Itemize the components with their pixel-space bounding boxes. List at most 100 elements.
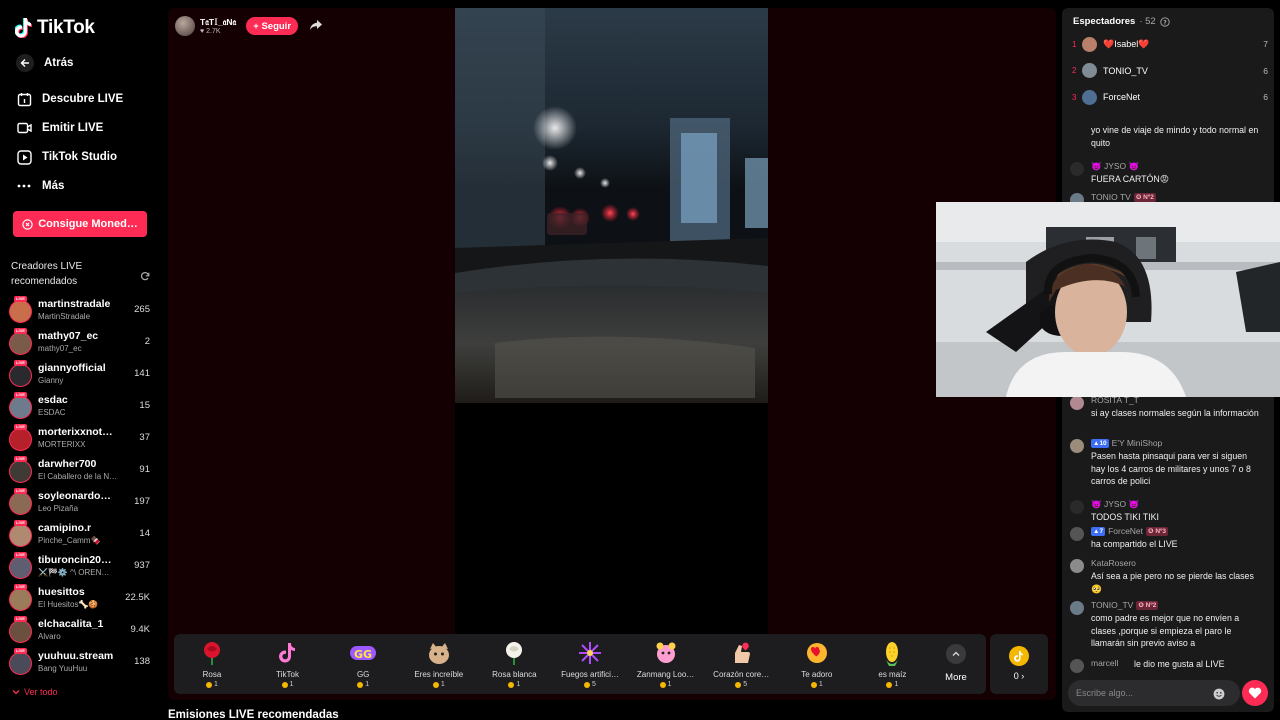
chat-avatar[interactable] xyxy=(1070,559,1084,573)
creator-item[interactable]: LIVE mathy07_ec mathy07_ec 2 xyxy=(9,328,154,358)
creator-item[interactable]: LIVE soyleonardo… Leo Pizaña 197 xyxy=(9,488,154,518)
get-coins-button[interactable]: Consigue Moned… xyxy=(13,211,147,237)
creator-nickname: mathy07_ec xyxy=(38,344,82,353)
live-badge: LIVE xyxy=(14,616,27,622)
viewer-rank: 3 xyxy=(1072,92,1077,102)
viewers-label: Espectadores xyxy=(1073,16,1136,27)
coin-balance-button[interactable]: 0 › xyxy=(990,634,1048,694)
viewer-avatar xyxy=(1082,89,1097,105)
follow-button[interactable]: + Seguir xyxy=(246,17,299,35)
gift-item[interactable]: Zanmang Loo… 1 xyxy=(628,640,704,688)
gift-price: 1 xyxy=(174,681,250,688)
heart-icon xyxy=(1248,687,1262,699)
host-name[interactable]: T𝔞T𝕀_𝔞N𝔞 xyxy=(200,17,236,28)
creator-name: tiburoncin20… xyxy=(38,554,112,566)
viewer-name: ❤️Isabel❤️ xyxy=(1103,38,1150,49)
rank-badge: ❻ Nº2 xyxy=(1136,600,1159,610)
more-label: More xyxy=(945,672,967,683)
creator-item[interactable]: LIVE huesittos El Huesitos🦴🍪 22.5K xyxy=(9,584,154,614)
recommended-creators-title: Creadores LIVE recomendados xyxy=(11,261,83,287)
coin-balance-value: 0 xyxy=(1013,671,1019,681)
studio-icon xyxy=(16,149,32,165)
viewers-header[interactable]: Espectadores · 52 ? xyxy=(1073,16,1170,27)
chat-avatar[interactable] xyxy=(1070,500,1084,514)
host-avatar[interactable] xyxy=(175,16,195,36)
more-gifts-button[interactable]: More xyxy=(936,644,976,683)
chat-avatar[interactable] xyxy=(1070,601,1084,615)
live-badge: LIVE xyxy=(14,520,27,526)
coin-icon xyxy=(584,681,591,688)
creator-item[interactable]: LIVE giannyofficial Gianny 141 xyxy=(9,360,154,390)
share-icon[interactable] xyxy=(310,17,323,35)
gift-item[interactable]: GG GG 1 xyxy=(325,640,401,688)
creator-item[interactable]: LIVE esdac ESDAC 15 xyxy=(9,392,154,422)
like-heart-button[interactable] xyxy=(1242,680,1268,706)
gift-name: Fuegos artifici… xyxy=(561,670,619,679)
gift-item[interactable]: Corazón core… 5 xyxy=(703,640,779,688)
creator-item[interactable]: LIVE camipino.r Pinche_Camm🍫 14 xyxy=(9,520,154,550)
rose-icon xyxy=(174,640,250,666)
nav-descubre-live[interactable]: Descubre LIVE xyxy=(16,88,123,110)
chat-username[interactable]: ▲10 E'Y MiniShop xyxy=(1091,438,1162,448)
back-button[interactable]: Atrás xyxy=(16,52,73,74)
creator-item[interactable]: LIVE darwher700 El Caballero de la N… 91 xyxy=(9,456,154,486)
chat-avatar[interactable] xyxy=(1070,527,1084,541)
rank-badge: ❻ Nº2 xyxy=(1133,192,1156,202)
gift-item[interactable]: TikTok 1 xyxy=(250,640,326,688)
live-badge: LIVE xyxy=(14,392,27,398)
refresh-icon[interactable] xyxy=(140,268,150,286)
creator-item[interactable]: LIVE tiburoncin20… ⚔️🏁⚙️ ^\ OREN… 937 xyxy=(9,552,154,582)
chat-username-text: TONIO TV xyxy=(1091,192,1131,202)
chat-avatar[interactable] xyxy=(1070,439,1084,453)
gift-price-value: 1 xyxy=(214,681,218,688)
gift-item[interactable]: Rosa blanca 1 xyxy=(476,640,552,688)
creator-item[interactable]: LIVE yuuhuu.stream Bang YuuHuu 138 xyxy=(9,648,154,678)
chat-username[interactable]: TONIO TV ❻ Nº2 xyxy=(1091,192,1156,202)
chat-username[interactable]: 👿 JYSO 👿 xyxy=(1091,499,1139,510)
top-viewer-item[interactable]: 1 ❤️Isabel❤️ 7 xyxy=(1072,36,1268,52)
white-rose-icon xyxy=(476,640,552,666)
gift-item[interactable]: es maíz 1 xyxy=(854,640,930,688)
gift-item[interactable]: Eres increíble 1 xyxy=(401,640,477,688)
emoji-icon[interactable] xyxy=(1213,687,1225,705)
nav-mas[interactable]: Más xyxy=(16,175,64,197)
creator-avatar xyxy=(9,492,32,515)
chat-username[interactable]: TONIO_TV ❻ Nº2 xyxy=(1091,600,1159,610)
see-all-link[interactable]: Ver todo xyxy=(12,687,58,697)
svg-text:GG: GG xyxy=(354,648,372,661)
top-viewer-item[interactable]: 2 TONIO_TV 6 xyxy=(1072,63,1268,79)
gift-item[interactable]: Rosa 1 xyxy=(174,640,250,688)
creator-name: morterixxnot… xyxy=(38,426,113,438)
creator-item[interactable]: LIVE morterixxnot… MORTERIXX 37 xyxy=(9,424,154,454)
creator-viewer-count: 22.5K xyxy=(125,592,150,603)
chat-username[interactable]: 👿 JYSO 👿 xyxy=(1091,161,1139,172)
creator-item[interactable]: LIVE martinstradale MartinStradale 265 xyxy=(9,296,154,326)
viewer-rank: 1 xyxy=(1072,39,1077,49)
nav-tiktok-studio[interactable]: TikTok Studio xyxy=(16,146,117,168)
viewer-score: 6 xyxy=(1263,92,1268,102)
creator-viewer-count: 14 xyxy=(139,528,150,539)
chat-avatar[interactable] xyxy=(1070,162,1084,176)
top-viewer-item[interactable]: 3 ForceNet 6 xyxy=(1072,89,1268,105)
chat-username-text: 👿 JYSO 👿 xyxy=(1091,161,1140,171)
creator-viewer-count: 2 xyxy=(144,336,150,347)
creator-nickname: Leo Pizaña xyxy=(38,504,79,513)
coin-icon xyxy=(659,681,666,688)
chat-username[interactable]: marcell xyxy=(1091,658,1118,668)
chat-avatar[interactable] xyxy=(1070,659,1084,673)
gift-item[interactable]: Te adoro 1 xyxy=(779,640,855,688)
live-stage: T𝔞T𝕀_𝔞N𝔞 ♥ 2.7K + Seguir Rosa 1 TikTok 1 GG G… xyxy=(168,8,1056,700)
chat-username[interactable]: ▲7 ForceNet ❻ Nº3 xyxy=(1091,526,1169,536)
back-label: Atrás xyxy=(44,57,74,69)
gift-item[interactable]: Fuegos artifici… 5 xyxy=(552,640,628,688)
creator-viewer-count: 197 xyxy=(134,496,150,507)
host-likes: ♥ 2.7K xyxy=(200,28,236,35)
live-video[interactable] xyxy=(455,8,768,635)
creator-item[interactable]: LIVE elchacalita_1 Alvaro 9.4K xyxy=(9,616,154,646)
tiktok-logo[interactable]: TikTok xyxy=(15,16,95,40)
gift-price: 1 xyxy=(854,681,930,688)
chat-avatar[interactable] xyxy=(1070,396,1084,410)
chat-username[interactable]: KataRosero xyxy=(1091,558,1136,568)
nav-emitir-live[interactable]: Emitir LIVE xyxy=(16,117,103,139)
left-sidebar: TikTok Atrás Descubre LIVE Emitir LIVE T… xyxy=(0,0,160,720)
